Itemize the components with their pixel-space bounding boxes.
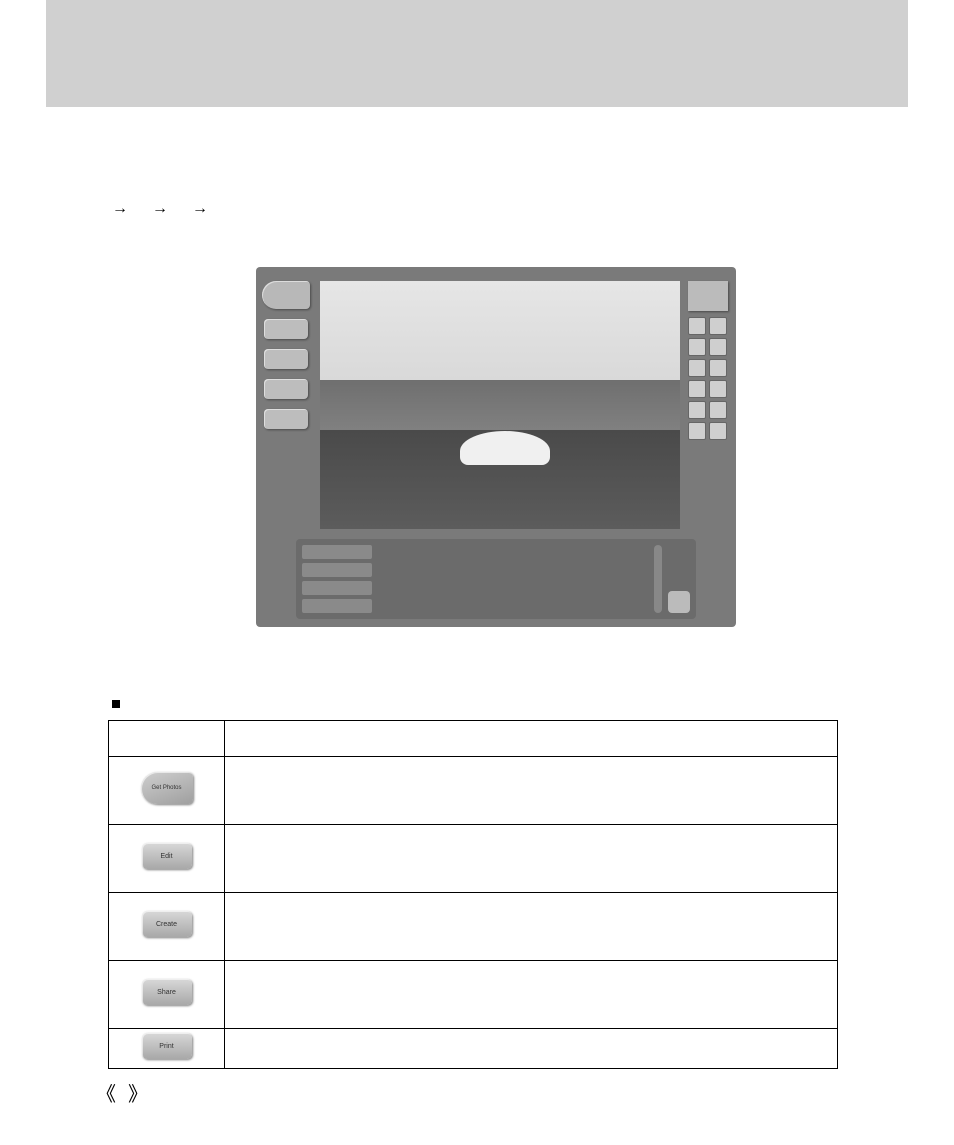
screenshot-canvas [320,281,680,529]
icon-cell: Print [109,1029,225,1069]
tool-grid [688,317,728,440]
table-row: Create [109,893,838,961]
tool-icon [688,338,706,356]
tool-icon [688,401,706,419]
icon-cell: Share [109,961,225,1029]
tool-icon [688,380,706,398]
boat-icon [460,431,550,465]
desc-cell [225,893,838,961]
create-button-icon: Create [142,911,192,937]
icon-table: Get Photos Edit Create Share Print [108,720,838,1069]
preview-thumb-icon [688,281,728,311]
table-row: Share [109,961,838,1029]
create-button-icon [264,349,308,369]
arrow-icon: → [152,200,168,218]
get-photos-button-icon [262,281,310,309]
print-button-icon: Print [142,1033,192,1059]
breadcrumb: → → → [100,200,220,218]
tool-icon [688,317,706,335]
edit-button-icon: Edit [142,843,192,869]
icon-cell: Edit [109,825,225,893]
icon-cell: Get Photos [109,757,225,825]
tool-icon [709,401,727,419]
col-header-icon [109,721,225,757]
tool-icon [709,380,727,398]
category-item [302,581,372,595]
screenshot-right-panel [686,281,730,440]
category-item [302,563,372,577]
table-row: Edit [109,825,838,893]
share-button-icon [264,379,308,399]
desc-cell [225,825,838,893]
desc-cell [225,1029,838,1069]
left-angle-icon: 《 [96,1078,116,1107]
edit-button-icon [264,319,308,339]
header-bar [46,0,908,107]
get-photos-button-icon: Get Photos [141,772,193,804]
photo-harbor-icon [320,281,680,529]
app-screenshot [256,267,736,627]
thumbnail-grid [378,578,648,581]
arrow-icon: → [192,200,208,218]
arrow-icon: → [112,200,128,218]
share-button-icon: Share [142,979,192,1005]
icon-cell: Create [109,893,225,961]
screenshot-bottom-panel [296,539,696,619]
tool-icon [709,422,727,440]
tool-icon [709,317,727,335]
table-row: Print [109,1029,838,1069]
print-button-icon [264,409,308,429]
category-item [302,599,372,613]
tool-icon [709,359,727,377]
desc-cell [225,757,838,825]
tool-icon [688,422,706,440]
tool-icon [709,338,727,356]
right-angle-icon: 》 [128,1078,148,1107]
category-list [302,545,372,613]
footer-mark: 《 》 [96,1078,148,1107]
desc-cell [225,961,838,1029]
table-header-row [109,721,838,757]
category-item [302,545,372,559]
screenshot-left-panel [262,281,310,429]
scrollbar-icon [654,545,662,613]
help-icon [668,591,690,613]
col-header-desc [225,721,838,757]
square-bullet-icon [112,700,120,708]
table-row: Get Photos [109,757,838,825]
tool-icon [688,359,706,377]
section-bullet [112,695,130,711]
